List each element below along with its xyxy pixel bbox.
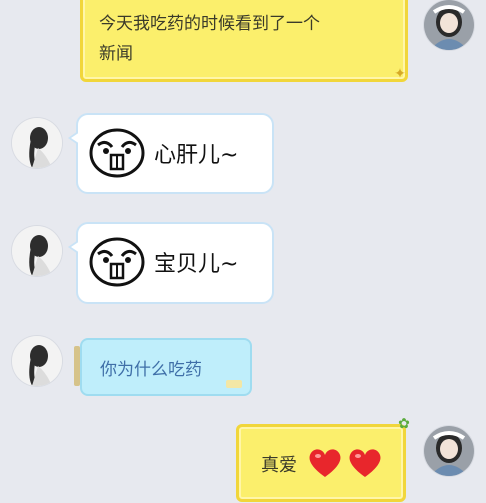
friend-message-bubble[interactable]: 宝贝儿~ <box>68 222 274 304</box>
self-message-bubble[interactable]: ✿ 真爱 <box>236 417 410 502</box>
message-text: 你为什么吃药 <box>100 360 202 380</box>
bubble-corner-ornament-icon: ✦ <box>394 66 406 82</box>
friend-avatar[interactable] <box>12 118 62 168</box>
meme-face-sticker-icon <box>89 128 145 178</box>
self-avatar[interactable] <box>424 426 474 476</box>
message-text-line2: 新闻 <box>99 44 133 64</box>
message-text-line1: 今天我吃药的时候看到了一个 <box>99 14 320 34</box>
self-avatar[interactable] <box>424 0 474 50</box>
meme-face-sticker-icon <box>89 237 145 287</box>
heart-icon <box>309 449 341 477</box>
friend-message-bubble[interactable]: 心肝儿~ <box>68 113 274 194</box>
message-text: 宝贝儿~ <box>154 252 239 277</box>
friend-avatar[interactable] <box>12 336 62 386</box>
leaf-ornament-icon: ✿ <box>398 416 410 432</box>
message-text: 真爱 <box>261 455 297 476</box>
friend-avatar[interactable] <box>12 226 62 276</box>
heart-icon <box>349 449 381 477</box>
bubble-tag-icon <box>226 380 242 388</box>
message-text: 心肝儿~ <box>154 143 239 168</box>
self-message-bubble[interactable]: ✦ 今天我吃药的时候看到了一个 新闻 <box>80 0 408 82</box>
bubble-left-accent <box>74 346 80 386</box>
friend-message-bubble[interactable]: 你为什么吃药 <box>74 338 252 396</box>
